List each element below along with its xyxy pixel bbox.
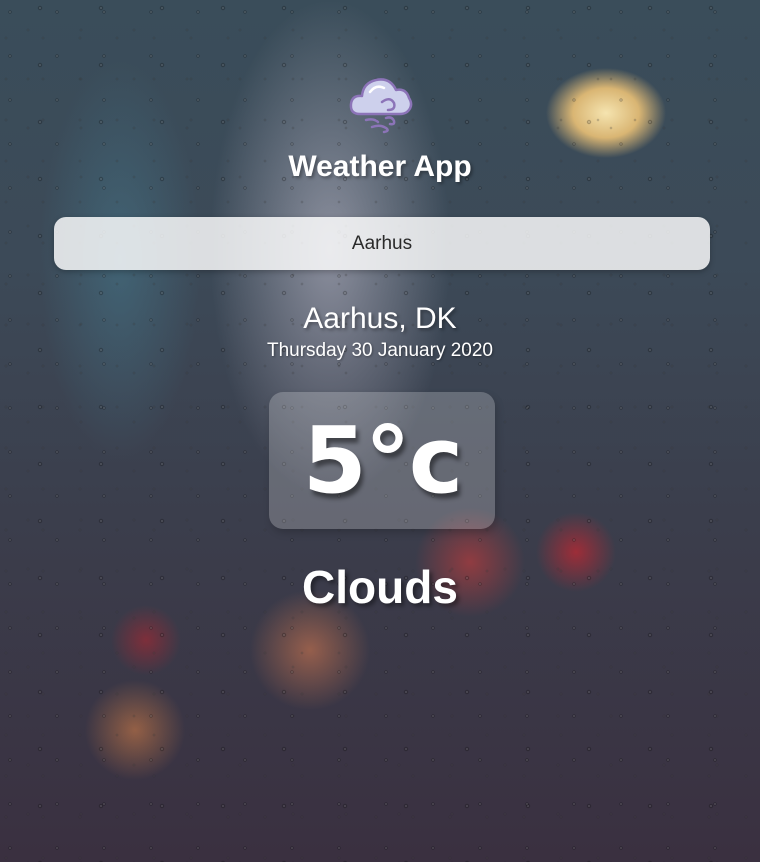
search-input[interactable] bbox=[54, 217, 710, 270]
app-title: Weather App bbox=[288, 150, 472, 183]
temperature-card: 5°c bbox=[269, 392, 495, 529]
current-date: Thursday 30 January 2020 bbox=[266, 340, 494, 361]
cloud-rain-icon bbox=[349, 78, 413, 134]
temperature-value: 5°c bbox=[302, 406, 464, 514]
weather-app: Weather App Aarhus, DK Thursday 30 Janua… bbox=[0, 0, 760, 862]
location-name: Aarhus, DK bbox=[303, 302, 457, 335]
weather-condition: Clouds bbox=[302, 561, 458, 613]
